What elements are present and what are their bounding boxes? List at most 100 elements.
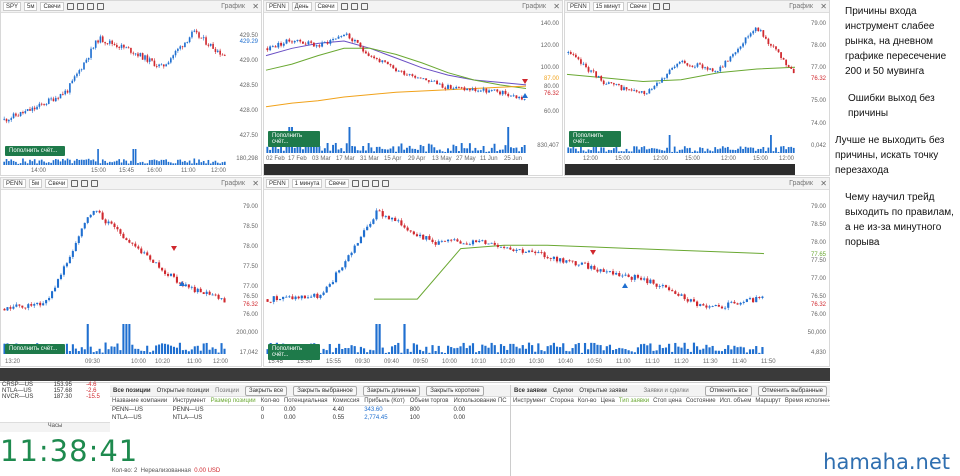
deposit-button[interactable]: Пополнить счёт... (569, 131, 621, 147)
cursor-icon[interactable] (340, 3, 348, 10)
deposit-button[interactable]: Пополнить счёт... (268, 131, 320, 147)
symbol-selector[interactable]: PENN (567, 2, 590, 11)
symbol-selector[interactable]: PENN (266, 179, 289, 188)
symbol-selector[interactable]: PENN (266, 2, 289, 11)
time-scrollbar[interactable] (0, 368, 830, 381)
deposit-button[interactable]: Пополнить счёт... (268, 344, 320, 360)
line-tool-icon[interactable] (381, 180, 389, 187)
time-tick: 10:40 (558, 359, 574, 365)
volume-bar (727, 345, 730, 354)
line-tool-icon[interactable] (96, 3, 104, 10)
candle (602, 80, 605, 85)
column-header[interactable]: Объем торгов (407, 397, 452, 406)
cancel-all-button[interactable]: Отменить все (705, 385, 753, 396)
tab-all-orders[interactable]: Все заявки (514, 388, 547, 394)
watchlist-row[interactable]: NVCR—US 187.30 -15.5 (0, 394, 110, 400)
close-icon[interactable]: ✕ (820, 179, 827, 188)
deposit-button[interactable]: Пополнить счёт... (5, 344, 65, 354)
cancel-selected-button[interactable]: Отменить выбранные (758, 385, 827, 396)
interval-selector[interactable]: 15 минут (592, 2, 624, 11)
candle (610, 82, 613, 84)
chart-type-selector[interactable]: Свечи (325, 179, 349, 188)
column-header[interactable]: Комиссия (330, 397, 363, 406)
chart-type-selector[interactable]: Свечи (314, 2, 338, 11)
table-cell: 4.40 (332, 407, 345, 413)
column-header[interactable]: Цена (598, 397, 617, 406)
candle (683, 60, 686, 64)
table-row[interactable]: PENN—US PENN—US 0 0.00 4.40 343.60 800 0.00 (110, 406, 510, 415)
column-header[interactable]: Инструмент (511, 397, 549, 406)
tab-all-positions[interactable]: Все позиции (113, 388, 151, 394)
column-header[interactable]: Сторона (548, 397, 576, 406)
chart-panel-penn-1m: PENN 1 минута Свечи График ✕ 79.00 78.50… (263, 177, 830, 367)
volume-bar (635, 146, 638, 153)
table-row[interactable]: NTLA—US NTLA—US 0 0.00 0.55 2,774.45 100 0.00 (110, 414, 510, 422)
column-header[interactable]: Использование ПС (451, 397, 510, 406)
close-icon[interactable]: ✕ (252, 2, 259, 11)
chart-type-selector[interactable]: Свечи (45, 179, 69, 188)
candle (568, 260, 571, 262)
column-header[interactable]: Название компании (110, 397, 171, 406)
column-header[interactable]: Кол-во (258, 397, 282, 406)
close-long-button[interactable]: Закрыть длинные (362, 385, 421, 396)
cursor-icon[interactable] (351, 180, 359, 187)
interval-selector[interactable]: 5м (24, 2, 38, 11)
crosshair-icon[interactable] (81, 180, 89, 187)
close-icon[interactable]: ✕ (553, 2, 560, 11)
cursor-icon[interactable] (652, 3, 660, 10)
volume-bar (649, 343, 652, 354)
symbol-selector[interactable]: SPY (3, 2, 22, 11)
candle (543, 252, 546, 258)
tab-open-positions[interactable]: Открытые позиции (157, 388, 210, 394)
tab-open-orders[interactable]: Открытые заявки (579, 388, 627, 394)
crosshair-icon[interactable] (361, 180, 369, 187)
zoom-icon[interactable] (360, 3, 368, 10)
cursor-icon[interactable] (71, 180, 79, 187)
tab-trades[interactable]: Сделки (553, 388, 573, 394)
volume-bar (334, 142, 337, 153)
interval-selector[interactable]: 1 минута (291, 179, 323, 188)
interval-selector[interactable]: День (291, 2, 312, 11)
close-icon[interactable]: ✕ (820, 2, 827, 11)
cursor-icon[interactable] (66, 3, 74, 10)
crosshair-icon[interactable] (350, 3, 358, 10)
candle (633, 275, 636, 280)
price-tick: 428.00 (239, 108, 258, 114)
positions-table: Название компании Инструмент Размер позици… (110, 397, 510, 422)
column-header[interactable]: Стоп цена (651, 397, 684, 406)
time-scrollbar[interactable] (264, 164, 528, 175)
close-all-button[interactable]: Закрыть все (244, 385, 288, 396)
zoom-icon[interactable] (371, 180, 379, 187)
column-header[interactable]: Маршрут (753, 397, 783, 406)
volume-bar (627, 350, 630, 354)
candle (269, 301, 272, 303)
close-selected-button[interactable]: Закрыть выбранное (293, 385, 357, 396)
zoom-icon[interactable] (86, 3, 94, 10)
column-header[interactable]: Потенциальная (281, 397, 331, 406)
column-header[interactable]: Инструмент (170, 397, 209, 406)
symbol-selector[interactable]: PENN (3, 179, 26, 188)
close-short-button[interactable]: Закрыть короткие (426, 385, 484, 396)
column-header[interactable]: Размер позиции (208, 397, 259, 406)
column-header[interactable]: Исп. объем (717, 397, 754, 406)
chart-type-selector[interactable]: Свечи (40, 2, 64, 11)
volume-value: 830,407 (537, 143, 559, 149)
candle (71, 80, 74, 84)
crosshair-icon[interactable] (76, 3, 84, 10)
column-header[interactable]: Тип заявки (616, 397, 652, 406)
time-scrollbar[interactable] (565, 164, 795, 175)
candle (57, 97, 59, 99)
volume-bar (487, 347, 490, 354)
chart-type-selector[interactable]: Свечи (626, 2, 650, 11)
column-header[interactable]: Состояние (683, 397, 718, 406)
column-header[interactable]: Прибыль (Кот) (362, 397, 408, 406)
candle (618, 273, 621, 277)
crosshair-icon[interactable] (662, 3, 670, 10)
close-icon[interactable]: ✕ (252, 179, 259, 188)
zoom-icon[interactable] (91, 180, 99, 187)
candle (680, 294, 683, 296)
column-header[interactable]: Кол-во (575, 397, 599, 406)
deposit-button[interactable]: Пополнить счёт... (5, 146, 65, 156)
interval-selector[interactable]: 5м (28, 179, 43, 188)
table-cell: 2,774.45 (364, 415, 388, 421)
